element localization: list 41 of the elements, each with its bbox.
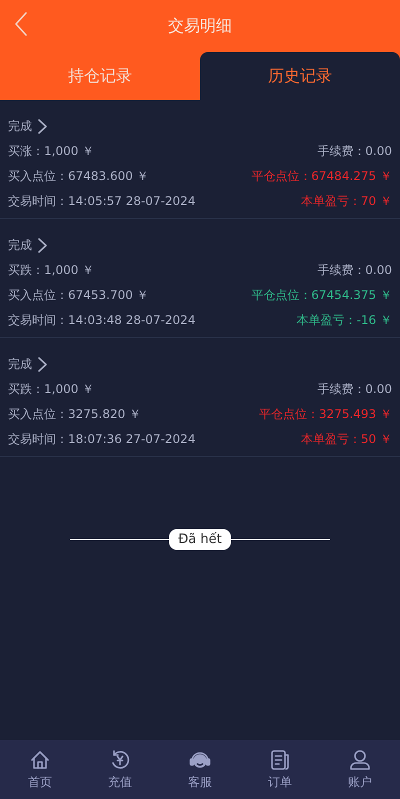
- nav-label: 账户: [348, 774, 372, 790]
- nav-label: 充值: [108, 774, 132, 790]
- status-link[interactable]: 完成: [8, 356, 32, 373]
- record-close-price: 平仓点位：67484.275 ￥: [251, 168, 392, 185]
- record-profit: 本单盈亏：-16 ￥: [296, 312, 392, 329]
- record-fee: 手续费：0.00: [317, 143, 392, 160]
- nav-item[interactable]: 账户: [330, 748, 390, 790]
- home-icon: [29, 748, 51, 770]
- chevron-icon[interactable]: [38, 119, 47, 134]
- record-time: 交易时间：18:07:36 27-07-2024: [8, 431, 196, 448]
- record-time: 交易时间：14:05:57 28-07-2024: [8, 193, 196, 210]
- document-icon: [269, 748, 291, 770]
- record-amount: 买跌：1,000 ￥: [8, 381, 94, 398]
- status-link[interactable]: 完成: [8, 118, 32, 135]
- nav-item[interactable]: 首页: [10, 748, 70, 790]
- person-icon: [349, 748, 371, 770]
- nav-item[interactable]: 充值: [90, 748, 150, 790]
- record-open-price: 买入点位：67453.700 ￥: [8, 287, 149, 304]
- nav-label: 首页: [28, 774, 52, 790]
- nav-item[interactable]: 客服: [170, 748, 230, 790]
- record-amount: 买跌：1,000 ￥: [8, 262, 94, 279]
- yen-coin-icon: [109, 748, 131, 770]
- chevron-icon[interactable]: [38, 357, 47, 372]
- record-open-price: 买入点位：67483.600 ￥: [8, 168, 149, 185]
- record-fee: 手续费：0.00: [317, 262, 392, 279]
- nav-item[interactable]: 订单: [250, 748, 310, 790]
- page-title: 交易明细: [168, 16, 232, 36]
- status-link[interactable]: 完成: [8, 237, 32, 254]
- record-profit: 本单盈亏：50 ￥: [300, 431, 392, 448]
- record-close-price: 平仓点位：3275.493 ￥: [258, 406, 392, 423]
- nav-label: 订单: [268, 774, 292, 790]
- record-time: 交易时间：14:03:48 28-07-2024: [8, 312, 196, 329]
- nav-label: 客服: [188, 774, 212, 790]
- record-close-price: 平仓点位：67454.375 ￥: [251, 287, 392, 304]
- record-open-price: 买入点位：3275.820 ￥: [8, 406, 142, 423]
- end-label: Đã hết: [169, 528, 231, 550]
- record-profit: 本单盈亏：70 ￥: [300, 193, 392, 210]
- tab[interactable]: 历史记录: [200, 52, 400, 100]
- chevron-icon[interactable]: [38, 238, 47, 253]
- record-amount: 买涨：1,000 ￥: [8, 143, 94, 160]
- record-fee: 手续费：0.00: [317, 381, 392, 398]
